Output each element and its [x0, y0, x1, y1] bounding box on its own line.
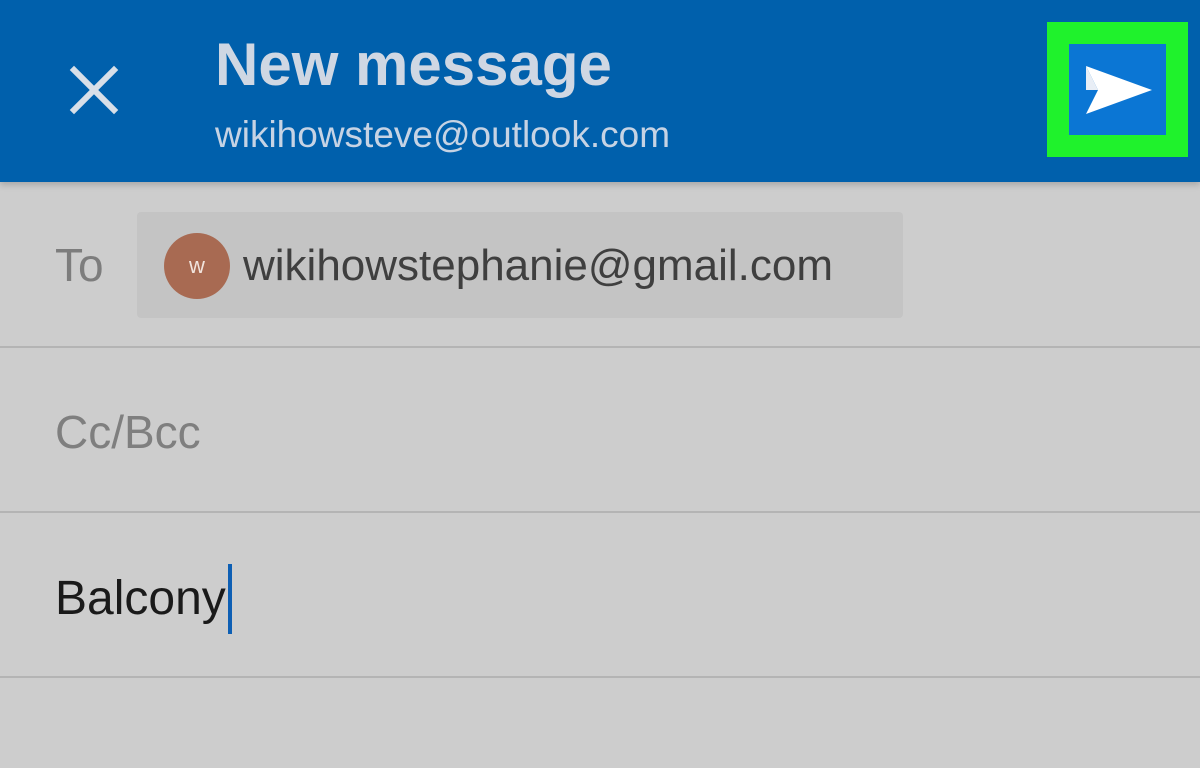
- recipient-chip[interactable]: w wikihowstephanie@gmail.com: [137, 212, 903, 318]
- cc-bcc-placeholder: Cc/Bcc: [55, 406, 201, 458]
- sender-account: wikihowsteve@outlook.com: [215, 114, 671, 155]
- cc-bcc-field[interactable]: Cc/Bcc: [0, 348, 1200, 513]
- send-highlight: [1047, 22, 1188, 157]
- subject-input[interactable]: Balcony: [55, 570, 226, 628]
- to-field[interactable]: To w wikihowstephanie@gmail.com: [0, 182, 1200, 348]
- send-icon: [1085, 65, 1152, 114]
- close-button[interactable]: [56, 52, 132, 128]
- page-title: New message: [215, 31, 612, 98]
- recipient-email: wikihowstephanie@gmail.com: [243, 241, 834, 290]
- to-label: To: [55, 239, 104, 291]
- message-body[interactable]: [0, 678, 1200, 768]
- compose-screen: New message wikihowsteve@outlook.com To …: [0, 0, 1200, 768]
- subject-field[interactable]: Balcony: [0, 513, 1200, 678]
- compose-header: New message wikihowsteve@outlook.com: [0, 0, 1200, 182]
- close-icon: [69, 65, 119, 115]
- send-button[interactable]: [1069, 44, 1166, 135]
- text-cursor: [227, 564, 232, 634]
- subject-input-wrap[interactable]: Balcony: [55, 564, 232, 634]
- avatar: w: [164, 233, 230, 299]
